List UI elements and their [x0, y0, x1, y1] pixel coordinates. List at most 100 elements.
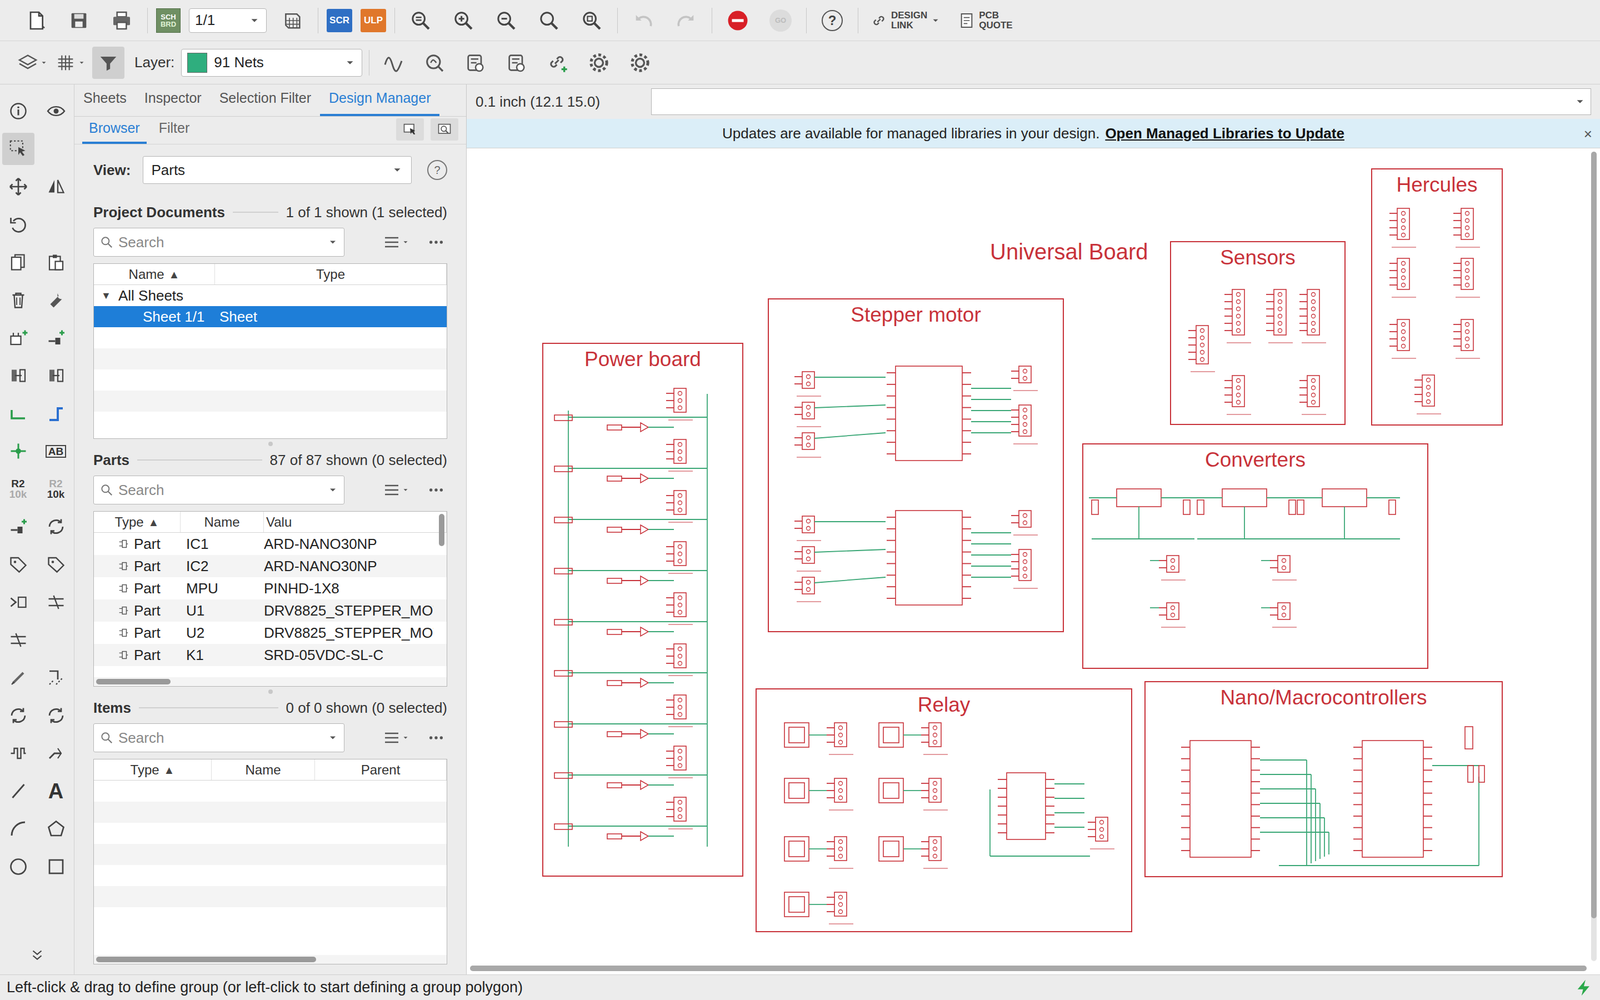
- paste-tool[interactable]: [40, 246, 73, 279]
- schematic-frame[interactable]: Power board: [542, 342, 744, 877]
- panel-tab[interactable]: Selection Filter: [210, 83, 320, 117]
- column-header[interactable]: Type: [215, 263, 447, 285]
- column-header[interactable]: Name: [211, 759, 315, 780]
- more-options-button[interactable]: [425, 481, 448, 499]
- schematic-frame[interactable]: Nano/Macrocontrollers: [1144, 681, 1503, 878]
- value-tool[interactable]: R210k: [40, 472, 73, 505]
- sheet-select[interactable]: 1/1: [188, 8, 267, 33]
- panel-tab[interactable]: Design Manager: [320, 83, 440, 117]
- design-rules-button[interactable]: [622, 45, 658, 80]
- scrollbar-thumb[interactable]: [1591, 151, 1597, 919]
- design-link-button[interactable]: DESIGNLINK: [866, 10, 944, 31]
- view-help-button[interactable]: ?: [427, 160, 448, 180]
- sch-brd-button[interactable]: SCHBRD: [156, 8, 181, 33]
- scrollbar-thumb[interactable]: [96, 956, 317, 963]
- part-row[interactable]: PartU1DRV8825_STEPPER_MOT: [93, 599, 447, 622]
- pen-tool[interactable]: [2, 661, 35, 694]
- rotate-tool[interactable]: [2, 208, 35, 241]
- swap-tool[interactable]: [2, 359, 35, 392]
- part-row[interactable]: PartMPUPINHD-1X8: [93, 577, 447, 600]
- part-row[interactable]: PartIC2ARD-NANO30NP: [93, 555, 447, 578]
- layer-select[interactable]: 91 Nets: [181, 48, 363, 77]
- zoomin-button[interactable]: [446, 3, 481, 38]
- bus-tool[interactable]: [40, 397, 73, 430]
- mirror-tool[interactable]: [40, 170, 73, 203]
- ulp-button[interactable]: ULP: [360, 8, 387, 33]
- vertical-scrollbar-thumb[interactable]: [438, 513, 445, 547]
- view-select[interactable]: Parts: [142, 156, 412, 184]
- move-tool[interactable]: [2, 170, 35, 203]
- name-tool[interactable]: R210k: [2, 472, 35, 505]
- search-input[interactable]: [118, 231, 323, 254]
- addpin-tool[interactable]: [2, 510, 35, 543]
- more-tools[interactable]: [21, 941, 54, 969]
- polygon-tool[interactable]: [40, 812, 73, 845]
- part-row[interactable]: PartIC1ARD-NANO30NP: [93, 532, 447, 555]
- tree-row[interactable]: Sheet 1/1Sheet: [93, 306, 447, 328]
- sub-tab[interactable]: Browser: [82, 117, 147, 145]
- column-header[interactable]: Type▲: [93, 759, 212, 780]
- tree-row[interactable]: ▼All Sheets: [93, 285, 447, 307]
- more-options-button[interactable]: [425, 233, 448, 252]
- layers-button[interactable]: [16, 51, 48, 74]
- save-button[interactable]: [61, 3, 97, 38]
- invoke-tool[interactable]: [2, 586, 35, 619]
- schematic-frame[interactable]: Stepper motor: [767, 298, 1064, 633]
- part-row[interactable]: PartU2DRV8825_STEPPER_MOT: [93, 621, 447, 644]
- addpart-tool[interactable]: [2, 321, 35, 354]
- panel-tab[interactable]: Sheets: [74, 83, 136, 117]
- zoomfit-button[interactable]: [403, 3, 438, 38]
- zoom-button[interactable]: [531, 3, 567, 38]
- zoom-to-button[interactable]: [430, 118, 459, 141]
- copy-tool[interactable]: [2, 246, 35, 279]
- schematic-frame[interactable]: Converters: [1082, 443, 1429, 669]
- wrench-tool[interactable]: [40, 283, 73, 317]
- junction-tool[interactable]: [2, 435, 35, 468]
- print-button[interactable]: [104, 3, 139, 38]
- script-button[interactable]: SCR: [326, 8, 353, 33]
- part-row[interactable]: PartK1SRD-05VDC-SL-C: [93, 643, 447, 667]
- rect-tool[interactable]: [40, 850, 73, 883]
- splitter[interactable]: [93, 686, 448, 697]
- replace-tool[interactable]: [2, 699, 35, 732]
- command-input[interactable]: [651, 91, 1574, 113]
- net-tool[interactable]: [2, 397, 35, 430]
- zoomout-button[interactable]: [488, 3, 524, 38]
- stop-button[interactable]: [720, 3, 755, 38]
- schematic-canvas[interactable]: Universal BoardPower boardStepper motorS…: [466, 147, 1600, 975]
- undo-button[interactable]: [626, 3, 661, 38]
- replace-tool[interactable]: [40, 699, 73, 732]
- tree-toggle[interactable]: ▼: [93, 288, 119, 304]
- table-button[interactable]: [275, 3, 310, 38]
- grid-button[interactable]: [54, 51, 86, 74]
- horizontal-scrollbar[interactable]: [470, 965, 1587, 972]
- erc-button[interactable]: [458, 45, 493, 80]
- trash-tool[interactable]: [2, 283, 35, 317]
- help-button[interactable]: ?: [815, 3, 850, 38]
- replace-tool[interactable]: [40, 510, 73, 543]
- list-options-button[interactable]: [382, 481, 410, 499]
- list-options-button[interactable]: [382, 728, 410, 747]
- new-button[interactable]: [18, 3, 54, 38]
- arc-tool[interactable]: [2, 812, 35, 845]
- column-header[interactable]: Valu: [263, 511, 447, 533]
- column-header[interactable]: Name: [180, 511, 264, 533]
- zoomsel-button[interactable]: [574, 3, 609, 38]
- search-input[interactable]: [118, 479, 323, 502]
- drc-button[interactable]: [499, 45, 534, 80]
- banner-link[interactable]: Open Managed Libraries to Update: [1105, 122, 1345, 145]
- line-tool[interactable]: [2, 775, 35, 808]
- info-tool[interactable]: [2, 95, 35, 128]
- schematic-frame[interactable]: Relay: [755, 688, 1133, 933]
- eye-tool[interactable]: [40, 95, 73, 128]
- text-tool[interactable]: A: [40, 775, 73, 808]
- select-in-canvas-button[interactable]: [396, 118, 424, 141]
- tag-tool[interactable]: [2, 548, 35, 581]
- scrollbar-thumb[interactable]: [96, 678, 171, 685]
- split-tool[interactable]: [2, 623, 35, 657]
- filter-button[interactable]: [92, 46, 125, 79]
- sub-tab[interactable]: Filter: [152, 117, 197, 145]
- signal-button[interactable]: [376, 45, 411, 80]
- split-tool[interactable]: [40, 586, 73, 619]
- tag-tool[interactable]: [40, 548, 73, 581]
